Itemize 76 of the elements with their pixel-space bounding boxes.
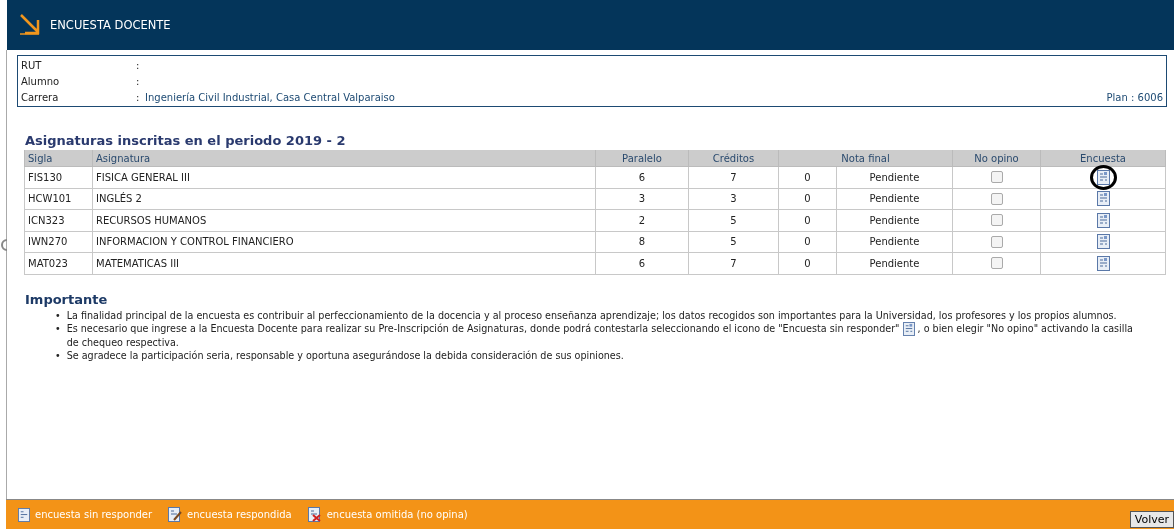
table-cell: 2 xyxy=(595,209,689,231)
info-separator: : xyxy=(136,75,141,87)
back-button[interactable]: Volver xyxy=(1129,511,1174,528)
survey-pencil-icon xyxy=(168,507,183,522)
column-header: Sigla xyxy=(24,150,93,167)
bullet-text: , o bien elegir "No opino" activando la casilla xyxy=(917,322,1133,335)
bullet-marker: • xyxy=(55,321,61,336)
important-title: Importante xyxy=(25,291,109,307)
table-cell: Pendiente xyxy=(836,252,953,274)
info-separator: : xyxy=(136,91,141,103)
table-cell: 0 xyxy=(778,231,837,253)
info-label: Alumno xyxy=(21,75,61,87)
checkbox[interactable] xyxy=(990,257,1003,270)
table-cell: ICN323 xyxy=(24,209,93,231)
table-cell: RECURSOS HUMANOS xyxy=(92,209,596,231)
table-cell: Pendiente xyxy=(836,188,953,210)
table-cell: 5 xyxy=(688,209,779,231)
survey-icon[interactable] xyxy=(1096,169,1110,185)
survey-cross-icon xyxy=(307,507,322,522)
table-cell: 6 xyxy=(595,252,689,274)
column-header: Asignatura xyxy=(92,150,596,167)
info-label: Carrera xyxy=(21,91,60,103)
table-cell: MATEMATICAS III xyxy=(92,252,596,274)
checkbox[interactable] xyxy=(990,235,1003,248)
bullet-text: de chequeo respectiva. xyxy=(66,335,179,349)
page-title: ENCUESTA DOCENTE xyxy=(50,18,171,32)
info-separator: : xyxy=(136,59,141,71)
column-header: No opino xyxy=(952,150,1041,167)
table-cell: MAT023 xyxy=(24,252,93,274)
bullet-marker: • xyxy=(55,308,61,322)
table-cell: 7 xyxy=(688,252,779,274)
legend-label: encuesta sin responder xyxy=(35,509,153,520)
table-cell: 0 xyxy=(778,166,837,188)
section-title: Asignaturas inscritas en el periodo 2019 - 2 xyxy=(25,133,347,148)
table-cell: IWN270 xyxy=(24,231,93,253)
table-cell: 3 xyxy=(688,188,779,210)
bullet-text: Es necesario que ingrese a la Encuesta Docente para realizar su Pre-Inscripción de Asignaturas, donde podrá contestarla seleccionando el icono de "Encuesta sin responder" xyxy=(66,322,900,335)
spinner-icon xyxy=(1,238,9,252)
table-cell: Pendiente xyxy=(836,231,953,253)
table-cell: 5 xyxy=(688,231,779,253)
arrow-icon xyxy=(19,14,41,36)
table-cell: INGLÉS 2 xyxy=(92,188,596,210)
survey-icon[interactable] xyxy=(1096,234,1110,250)
legend-label: encuesta omitida (no opina) xyxy=(326,509,468,520)
table-cell: 0 xyxy=(778,188,837,210)
checkbox[interactable] xyxy=(990,171,1003,184)
column-header: Paralelo xyxy=(595,150,689,167)
table-cell: 0 xyxy=(778,209,837,231)
table-cell: 6 xyxy=(595,166,689,188)
column-header: Nota final xyxy=(778,150,953,167)
table-cell: Pendiente xyxy=(836,166,953,188)
table-cell: HCW101 xyxy=(24,188,93,210)
table-cell: 7 xyxy=(688,166,779,188)
table-cell: 3 xyxy=(595,188,689,210)
bullet-text: La finalidad principal de la encuesta es contribuir al perfeccionamiento de la docencia y al proceso enseñanza aprendizaje; los datos recogidos son importantes para la Universidad, los profesores y los propios alumnos. xyxy=(66,308,1117,322)
survey-icon xyxy=(18,507,30,522)
column-header: Créditos xyxy=(688,150,779,167)
bullet-text: Se agradece la participación seria, responsable y oportuna asegurándose la debida consideración de sus opiniones. xyxy=(66,348,624,362)
bullet-marker: • xyxy=(55,348,61,362)
table-cell: Pendiente xyxy=(836,209,953,231)
legend-label: encuesta respondida xyxy=(187,509,292,520)
table-cell: FISICA GENERAL III xyxy=(92,166,596,188)
column-header: Encuesta xyxy=(1040,150,1166,167)
table-cell: 8 xyxy=(595,231,689,253)
table-cell: INFORMACION Y CONTROL FINANCIERO xyxy=(92,231,596,253)
checkbox[interactable] xyxy=(990,214,1003,227)
survey-icon xyxy=(902,321,915,336)
survey-icon[interactable] xyxy=(1096,212,1110,228)
table-cell: FIS130 xyxy=(24,166,93,188)
info-label: RUT xyxy=(21,59,43,71)
survey-icon[interactable] xyxy=(1096,255,1110,271)
table-cell: 0 xyxy=(778,252,837,274)
info-value: Ingeniería Civil Industrial, Casa Central Valparaiso xyxy=(145,91,395,103)
survey-icon[interactable] xyxy=(1096,191,1110,207)
plan-label: Plan : 6006 xyxy=(1106,91,1163,103)
checkbox[interactable] xyxy=(990,192,1003,205)
